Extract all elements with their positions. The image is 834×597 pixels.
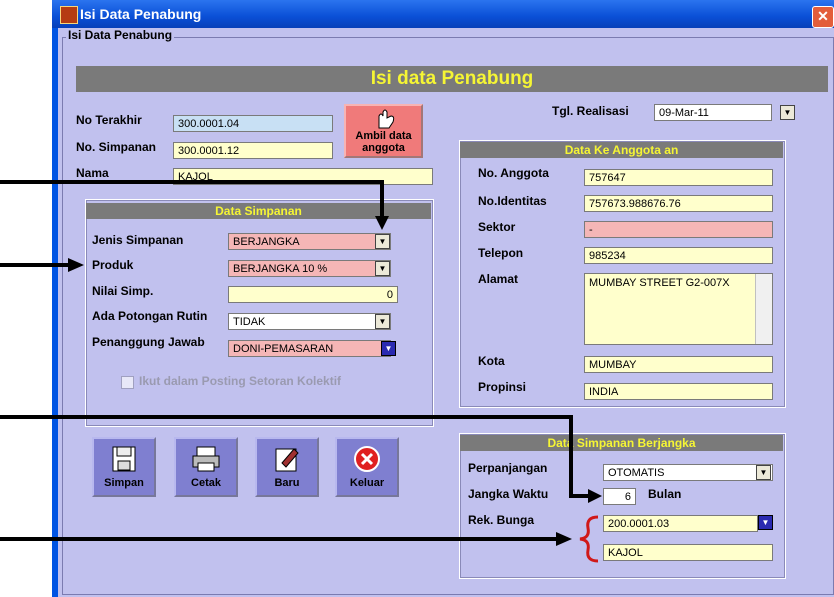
annotation-arrows <box>0 180 602 563</box>
